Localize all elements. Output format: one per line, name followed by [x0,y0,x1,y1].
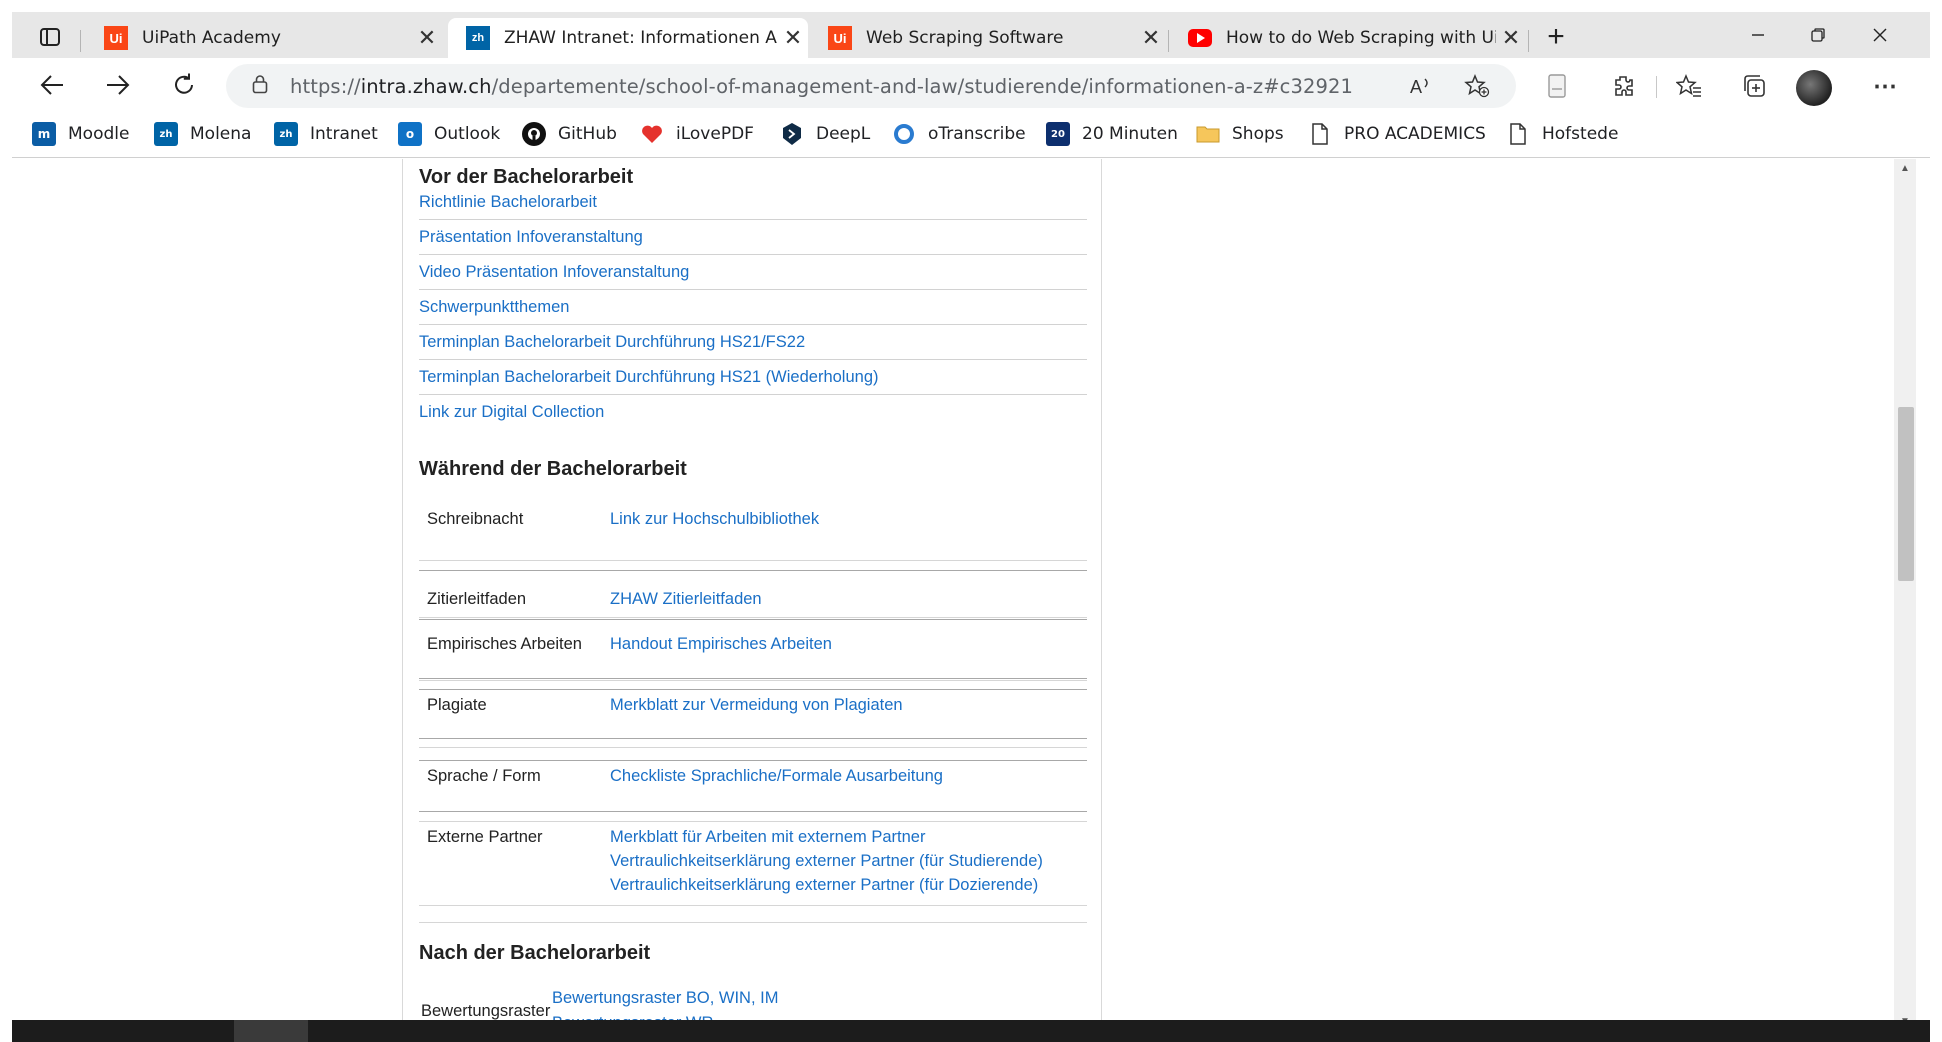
close-window-icon[interactable] [1850,18,1910,52]
link-vertraulichkeit-studierende[interactable]: Vertraulichkeitserklärung externer Partn… [610,852,1043,871]
page-viewport: Vor der Bachelorarbeit Richtlinie Bachel… [12,159,1930,1032]
restore-icon[interactable] [1788,18,1848,52]
favorites-icon[interactable] [1672,70,1706,102]
link-checkliste[interactable]: Checkliste Sprachliche/Formale Ausarbeit… [610,767,943,786]
link-hochschulbibliothek[interactable]: Link zur Hochschulbibliothek [610,510,819,529]
link-schwerpunktthemen[interactable]: Schwerpunktthemen [419,298,569,317]
page-icon [1308,122,1332,146]
content-column: Vor der Bachelorarbeit Richtlinie Bachel… [402,159,1102,1032]
scroll-up-icon[interactable]: ▲ [1897,163,1913,174]
list-item: Präsentation Infoveranstaltung [419,220,1087,255]
more-options-icon[interactable]: ⋯ [1868,70,1902,102]
link-richtlinie[interactable]: Richtlinie Bachelorarbeit [419,193,597,212]
list-item: Terminplan Bachelorarbeit Durchführung H… [419,325,1087,360]
tab-web-scraping-software[interactable]: Ui Web Scraping Software ✕ [810,18,1166,58]
link-zitierleitfaden[interactable]: ZHAW Zitierleitfaden [610,590,762,609]
minimize-icon[interactable] [1728,18,1788,52]
new-tab-icon[interactable]: + [1536,18,1576,56]
page-icon [1506,122,1530,146]
folder-icon [1196,122,1220,146]
list-item: Link zur Digital Collection [419,395,1087,430]
link-praesentation[interactable]: Präsentation Infoveranstaltung [419,228,643,247]
tab-zhaw-intranet[interactable]: zh ZHAW Intranet: Informationen A ✕ [448,18,808,58]
back-icon[interactable] [32,66,72,104]
section-heading-during: Während der Bachelorarbeit [419,458,687,480]
bookmark-moodle[interactable]: m Moodle [32,119,129,149]
link-bewertungsraster-bo[interactable]: Bewertungsraster BO, WIN, IM [552,989,778,1008]
bookmark-ilovepdf[interactable]: iLovePDF [640,119,754,149]
bookmarks-bar: m Moodle zh Molena zh Intranet o Outlook… [12,112,1930,158]
bookmark-pro-academics[interactable]: PRO ACADEMICS [1308,119,1486,149]
link-terminplan[interactable]: Terminplan Bachelorarbeit Durchführung H… [419,333,805,352]
bookmark-intranet[interactable]: zh Intranet [274,119,378,149]
youtube-icon [1188,26,1212,50]
close-tab-icon[interactable]: ✕ [412,25,442,51]
scrollbar-thumb[interactable] [1898,407,1914,581]
link-digital-collection[interactable]: Link zur Digital Collection [419,403,604,422]
bookmark-deepl[interactable]: DeepL [780,119,870,149]
zhaw-icon: zh [154,122,178,146]
link-empirisches-arbeiten[interactable]: Handout Empirisches Arbeiten [610,635,832,654]
collections-icon[interactable] [1738,70,1772,102]
reload-icon[interactable] [164,66,204,104]
list-item: Terminplan Bachelorarbeit Durchführung H… [419,360,1087,395]
github-icon [522,122,546,146]
moodle-icon: m [32,122,56,146]
news-icon: 20 [1046,122,1070,146]
reader-view-icon[interactable] [1540,70,1574,102]
outlook-icon: o [398,122,422,146]
vertical-scrollbar[interactable]: ▲ ▼ [1894,159,1916,1032]
tab-bar: Ui UiPath Academy ✕ zh ZHAW Intranet: In… [12,12,1930,58]
tab-uipath-academy[interactable]: Ui UiPath Academy ✕ [86,18,442,58]
uipath-icon: Ui [828,26,852,50]
bookmark-github[interactable]: GitHub [522,119,617,149]
uipath-icon: Ui [104,26,128,50]
section-heading-after: Nach der Bachelorarbeit [419,942,651,964]
profile-avatar[interactable] [1796,70,1832,106]
svg-text:A: A [1410,77,1422,97]
bookmark-molena[interactable]: zh Molena [154,119,251,149]
bookmark-hofstede[interactable]: Hofstede [1506,119,1618,149]
address-bar[interactable]: https://intra.zhaw.ch/departemente/schoo… [226,64,1516,108]
link-plagiate[interactable]: Merkblatt zur Vermeidung von Plagiaten [610,696,903,715]
table-row-label: Zitierleitfaden [427,590,527,608]
table-row-label: Bewertungsraster [421,1002,551,1020]
bookmark-shops[interactable]: Shops [1196,119,1284,149]
zhaw-icon: zh [466,26,490,50]
list-item: Richtlinie Bachelorarbeit [419,185,1087,220]
table-row-label: Externe Partner [427,828,543,846]
forward-icon[interactable] [98,66,138,104]
link-vertraulichkeit-dozierende[interactable]: Vertraulichkeitserklärung externer Partn… [610,876,1038,895]
link-video-praesentation[interactable]: Video Präsentation Infoveranstaltung [419,263,689,282]
link-merkblatt-externe[interactable]: Merkblatt für Arbeiten mit externem Part… [610,828,925,847]
url-text[interactable]: https://intra.zhaw.ch/departemente/schoo… [290,75,1353,98]
close-tab-icon[interactable]: ✕ [1136,25,1166,51]
close-tab-icon[interactable]: ✕ [778,25,808,51]
extensions-icon[interactable] [1606,70,1640,102]
lock-icon[interactable] [240,74,280,99]
table-row-label: Sprache / Form [427,767,541,785]
deepl-icon [780,122,804,146]
add-favorite-icon[interactable] [1462,72,1492,100]
otranscribe-icon [892,122,916,146]
list-item: Video Präsentation Infoveranstaltung [419,255,1087,290]
link-terminplan-wiederholung[interactable]: Terminplan Bachelorarbeit Durchführung H… [419,368,879,387]
table-row-label: Schreibnacht [427,510,524,528]
read-aloud-icon[interactable]: A [1406,72,1436,100]
toolbar: https://intra.zhaw.ch/departemente/schoo… [12,58,1930,112]
table-row-label: Empirisches Arbeiten [427,635,582,653]
browser-window: Ui UiPath Academy ✕ zh ZHAW Intranet: In… [12,12,1930,1042]
close-tab-icon[interactable]: ✕ [1496,25,1526,51]
taskbar [12,1020,1930,1042]
list-item: Schwerpunktthemen [419,290,1087,325]
heart-icon [640,122,664,146]
bookmark-20-minuten[interactable]: 20 20 Minuten [1046,119,1178,149]
zhaw-icon: zh [274,122,298,146]
bookmark-otranscribe[interactable]: oTranscribe [892,119,1026,149]
taskbar-item[interactable] [234,1020,308,1042]
table-row-label: Plagiate [427,696,487,714]
tab-youtube-web-scraping[interactable]: How to do Web Scraping with Ui ✕ [1170,18,1526,58]
bookmark-outlook[interactable]: o Outlook [398,119,500,149]
tab-actions-icon[interactable] [30,18,70,56]
